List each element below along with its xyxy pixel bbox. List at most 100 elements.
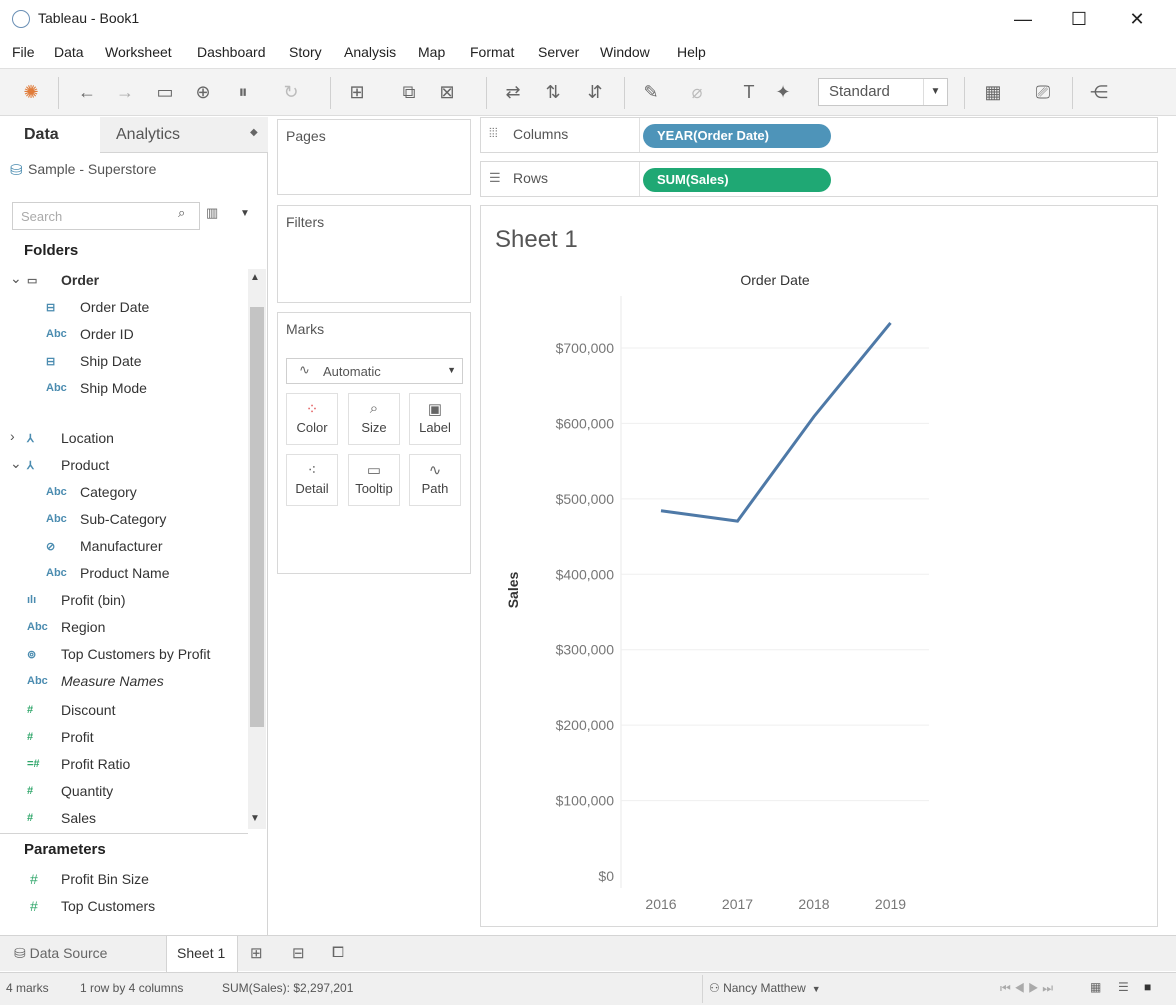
menu-format[interactable]: Format (470, 44, 514, 60)
menu-data[interactable]: Data (54, 44, 84, 60)
new-worksheet-icon[interactable]: ⊞ (250, 944, 263, 962)
detail-button[interactable]: ⁖ Detail (286, 454, 338, 506)
new-data-source-icon[interactable]: ⊕ (192, 81, 214, 103)
chevron-down-icon: ▼ (447, 365, 456, 375)
field-item[interactable]: Order Date (80, 299, 149, 315)
scroll-down-icon[interactable]: ▼ (250, 813, 260, 824)
expand-toggle-icon[interactable]: ⌄ (10, 270, 22, 287)
menu-window[interactable]: Window (600, 44, 650, 60)
tableau-home-icon[interactable]: ✺ (20, 81, 42, 103)
redo-icon[interactable]: → (114, 81, 136, 103)
swap-rows-columns-icon[interactable]: ⇄ (502, 81, 524, 103)
minimize-button[interactable]: — (1008, 6, 1038, 32)
field-item[interactable]: Ship Date (80, 353, 141, 369)
size-button[interactable]: ⌕ Size (348, 393, 400, 445)
field-item[interactable]: Manufacturer (80, 538, 162, 554)
duplicate-sheet-icon[interactable]: ⧉ (398, 81, 420, 103)
field-item[interactable]: Region (61, 619, 105, 635)
new-story-icon[interactable]: ⧠ (332, 944, 344, 961)
show-mark-labels-icon[interactable]: T (738, 81, 760, 103)
field-item[interactable]: Order (61, 272, 99, 288)
field-item[interactable]: Sub-Category (80, 511, 166, 527)
clear-sheet-icon[interactable]: ⊠ (436, 81, 458, 103)
search-input[interactable]: Search (12, 202, 200, 230)
field-item[interactable]: Product Name (80, 565, 169, 581)
highlight-icon[interactable]: ✎ (640, 81, 662, 103)
list-view-icon[interactable]: ☰ (1118, 980, 1129, 994)
chevron-down-icon: ▼ (923, 79, 947, 105)
color-button[interactable]: ⁘ Color (286, 393, 338, 445)
field-item[interactable]: Profit (bin) (61, 592, 126, 608)
menu-story[interactable]: Story (289, 44, 322, 60)
scroll-up-icon[interactable]: ▲ (250, 272, 260, 283)
chevron-down-icon[interactable]: ▼ (240, 208, 250, 219)
sheet-nav-icons[interactable]: ⏮ ◀ ▶ ⏭ (1000, 981, 1053, 996)
view-toggle-icon[interactable]: ▥ (206, 205, 218, 221)
refresh-icon[interactable]: ↻ (280, 81, 302, 103)
field-item[interactable]: Product (61, 457, 109, 473)
menu-dashboard[interactable]: Dashboard (197, 44, 266, 60)
scrollbar-thumb[interactable] (250, 307, 264, 727)
columns-pill[interactable]: YEAR(Order Date) (643, 124, 831, 148)
field-item[interactable]: Top Customers by Profit (61, 646, 210, 662)
field-item[interactable]: Sales (61, 810, 96, 826)
field-item[interactable]: Ship Mode (80, 380, 147, 396)
mark-type-select[interactable]: ∿ Automatic ▼ (286, 358, 463, 384)
parameter-icon: # (30, 871, 38, 887)
field-item[interactable]: Profit Ratio (61, 756, 130, 772)
menu-help[interactable]: Help (677, 44, 706, 60)
sheet-tab[interactable]: Sheet 1 (166, 936, 238, 972)
line-chart[interactable]: Order Date $0 $100,000 $200,000 $300,000 $400… (481, 206, 1157, 926)
fit-select[interactable]: Standard ▼ (818, 78, 948, 106)
menu-file[interactable]: File (12, 44, 35, 60)
close-button[interactable]: ✕ (1122, 6, 1152, 32)
tooltip-button[interactable]: ▭ Tooltip (348, 454, 400, 506)
rows-shelf[interactable]: ☰ Rows SUM(Sales) (480, 161, 1158, 197)
pages-card[interactable]: Pages (277, 119, 471, 195)
filmstrip-view-icon[interactable]: ■ (1144, 980, 1151, 994)
menu-server[interactable]: Server (538, 44, 579, 60)
show-cards-icon[interactable]: ▦ (982, 81, 1004, 103)
field-item[interactable]: Profit (61, 729, 94, 745)
undo-icon[interactable]: ← (76, 81, 98, 103)
rows-pill[interactable]: SUM(Sales) (643, 168, 831, 192)
datasource-name[interactable]: Sample - Superstore (28, 161, 156, 177)
group-members-icon[interactable]: ⌀ (686, 81, 708, 103)
sort-ascending-icon[interactable]: ⇅ (542, 81, 564, 103)
date-field-icon: ⊟ (46, 356, 56, 368)
field-item[interactable]: Order ID (80, 326, 134, 342)
field-item[interactable]: Measure Names (61, 673, 164, 689)
field-item[interactable]: Quantity (61, 783, 113, 799)
filters-card[interactable]: Filters (277, 205, 471, 303)
save-icon[interactable]: ▭ (154, 81, 176, 103)
parameter-item[interactable]: Top Customers (61, 898, 155, 914)
new-dashboard-icon[interactable]: ⊟ (292, 944, 305, 962)
field-item[interactable]: Discount (61, 702, 115, 718)
new-worksheet-icon[interactable]: ⊞ (346, 81, 368, 103)
path-button[interactable]: ∿ Path (409, 454, 461, 506)
field-item[interactable]: Location (61, 430, 114, 446)
tab-data[interactable]: Data (0, 117, 100, 153)
tab-analytics[interactable]: Analytics (116, 126, 180, 144)
measure-icon: # (27, 785, 34, 797)
maximize-button[interactable]: ☐ (1064, 6, 1094, 32)
presentation-mode-icon[interactable]: ⎚ (1032, 81, 1054, 103)
data-source-tab[interactable]: ⛁ Data Source (6, 936, 164, 971)
columns-shelf[interactable]: ⦙⦙⦙ Columns YEAR(Order Date) (480, 117, 1158, 153)
menu-worksheet[interactable]: Worksheet (105, 44, 172, 60)
columns-pill-label: YEAR(Order Date) (657, 128, 769, 143)
parameter-item[interactable]: Profit Bin Size (61, 871, 149, 887)
user-menu[interactable]: ⚇ Nancy Matthew ▼ (702, 975, 862, 1003)
menu-analysis[interactable]: Analysis (344, 44, 396, 60)
pause-updates-icon[interactable]: ⏸ (232, 81, 254, 103)
share-icon[interactable]: ⋲ (1088, 81, 1110, 103)
expand-toggle-icon[interactable]: › (10, 428, 15, 444)
field-item[interactable]: Category (80, 484, 137, 500)
expand-toggle-icon[interactable]: ⌄ (10, 455, 22, 472)
grid-view-icon[interactable]: ▦ (1090, 980, 1101, 994)
sort-descending-icon[interactable]: ⇵ (584, 81, 606, 103)
menu-map[interactable]: Map (418, 44, 445, 60)
fix-axes-icon[interactable]: ✦ (772, 81, 794, 103)
label-button[interactable]: ▣ Label (409, 393, 461, 445)
pin-icon[interactable]: ◆ (250, 127, 258, 138)
